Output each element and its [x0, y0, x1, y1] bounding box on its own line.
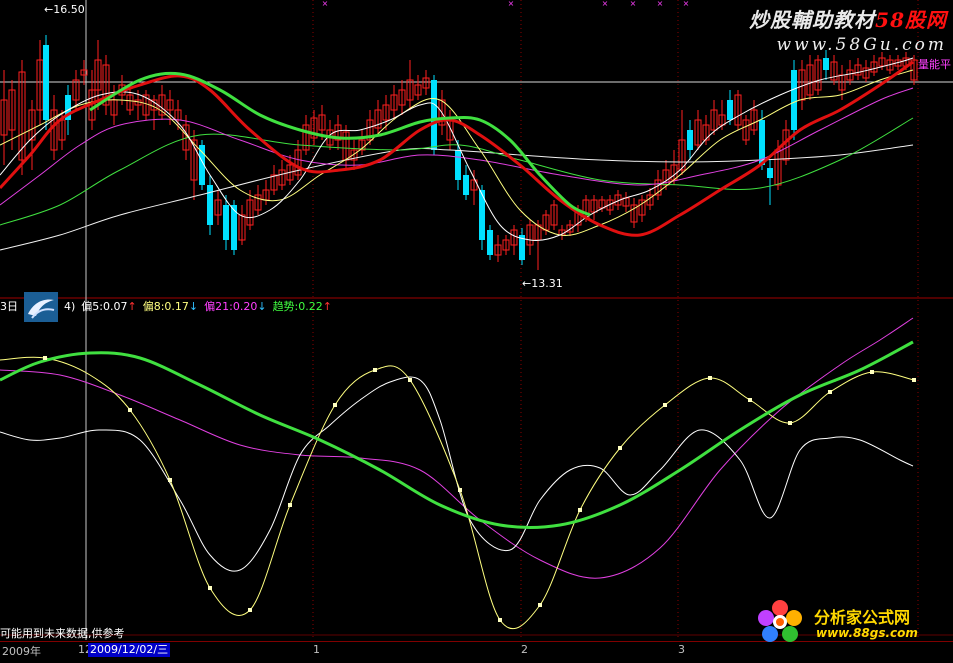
event-marker: ×: [322, 0, 329, 8]
indicator-item-arrow: ↑: [322, 300, 332, 313]
high-marker-value: 16.50: [53, 3, 85, 16]
indicator-item-label: 偏8:0.17: [142, 300, 189, 313]
indicator-dot-bias8: [538, 603, 542, 607]
indicator-dot-bias8: [373, 368, 377, 372]
low-marker-arrow: ←: [522, 277, 532, 290]
low-price-marker: ←13.31: [522, 277, 563, 290]
date-axis-month-mark: 2: [521, 643, 528, 656]
indicator-dot-bias8: [128, 408, 132, 412]
watermark-88gs-title: 分析家公式网: [814, 608, 911, 627]
indicator-item-0: 偏5:0.07↑: [81, 298, 136, 314]
event-marker: ×: [657, 0, 664, 8]
indicator-item-label: 偏5:0.07: [81, 300, 128, 313]
watermark-58gu-title: 炒股輔助教材58股网: [749, 4, 947, 33]
candle-body-down: [223, 205, 229, 240]
candle-body-down: [43, 45, 49, 120]
low-marker-value: 13.31: [531, 277, 563, 290]
candle-body-down: [791, 70, 797, 130]
indicator-prefix: 3日: [0, 300, 18, 313]
indicator-dot-bias8: [248, 608, 252, 612]
candle-body-down: [455, 150, 461, 180]
candle-body-down: [207, 185, 213, 225]
indicator-dot-bias8: [208, 586, 212, 590]
date-axis-year: 2009年: [2, 645, 41, 658]
watermark-88gs: 分析家公式网 www.88gs.com: [752, 598, 952, 644]
watermark-58gu-title-b: 58股网: [875, 8, 947, 32]
high-price-marker: ←16.50: [44, 3, 85, 16]
event-marker: ×: [508, 0, 515, 8]
event-marker: ×: [630, 0, 637, 8]
selected-date-label[interactable]: 2009/12/02/三: [88, 643, 171, 657]
indicator-item-label: 偏21:0.20: [204, 300, 258, 313]
indicator-dot-bias8: [408, 378, 412, 382]
ma-line-red-thick: [0, 60, 914, 237]
indicator-item-arrow: ↓: [257, 300, 267, 313]
indicator-suffix: 4): [64, 299, 76, 313]
watermark-88gs-url: www.88gs.com: [816, 626, 918, 640]
price-and-indicator-chart[interactable]: × × × × × ×: [0, 0, 953, 659]
indicator-item-label: 趋势:0.22: [272, 300, 323, 313]
indicator-dot-bias8: [498, 618, 502, 622]
indicator-dot-bias8: [870, 370, 874, 374]
indicator-line-bias5: [0, 376, 914, 572]
candle-body-down: [463, 175, 469, 195]
watermark-58gu-url: www.58Gu.com: [776, 35, 947, 55]
candle-body-down: [431, 80, 437, 150]
indicator-legend: 3日 4) 偏5:0.07↑ 偏8:0.17↓ 偏21:0.20↓ 趋势:0.2…: [0, 292, 332, 322]
candle-body-down: [727, 100, 733, 120]
indicator-dot-bias8: [788, 421, 792, 425]
indicator-dot-bias8: [288, 503, 292, 507]
indicator-dot-bias8: [168, 478, 172, 482]
watermark-58gu: 炒股輔助教材58股网 www.58Gu.com: [749, 4, 947, 55]
ma-line-magenta: [0, 87, 914, 206]
watermark-58gu-title-a: 炒股輔助教材: [749, 8, 876, 32]
indicator-dot-bias8: [708, 376, 712, 380]
date-axis-month-mark: 1: [313, 643, 320, 656]
candle-body-down: [823, 58, 829, 70]
indicator-item-1: 偏8:0.17↓: [143, 298, 198, 314]
indicator-dot-bias8: [43, 356, 47, 360]
indicator-dot-bias8: [828, 390, 832, 394]
indicator-dot-bias8: [748, 398, 752, 402]
indicator-dot-bias8: [578, 508, 582, 512]
indicator-dot-bias8: [333, 403, 337, 407]
high-marker-arrow: ←: [44, 3, 54, 16]
indicator-dot-bias8: [458, 488, 462, 492]
indicator-line-bias8: [0, 356, 915, 630]
indicator-dot-bias8: [912, 378, 916, 382]
date-axis-month-mark: 3: [678, 643, 685, 656]
indicator-logo-icon: [24, 292, 58, 322]
indicator-item-arrow: ↑: [127, 300, 137, 313]
volume-flat-label: 量能平: [918, 58, 951, 71]
candle-body-down: [687, 130, 693, 150]
indicator-item-2: 偏21:0.20↓: [204, 298, 266, 314]
indicator-dot-bias8: [663, 403, 667, 407]
indicator-item-3: 趋势:0.22↑: [273, 298, 332, 314]
flower-logo-icon: [758, 600, 802, 642]
future-data-warning: 可能用到未来数据,供参考: [0, 627, 125, 640]
candle-body-down: [767, 168, 773, 178]
event-marker: ×: [683, 0, 690, 8]
indicator-item-arrow: ↓: [188, 300, 199, 313]
candle-body-down: [487, 230, 493, 255]
chart-stage[interactable]: × × × × × ×: [0, 0, 953, 659]
indicator-dot-bias8: [618, 446, 622, 450]
event-marker: ×: [602, 0, 609, 8]
